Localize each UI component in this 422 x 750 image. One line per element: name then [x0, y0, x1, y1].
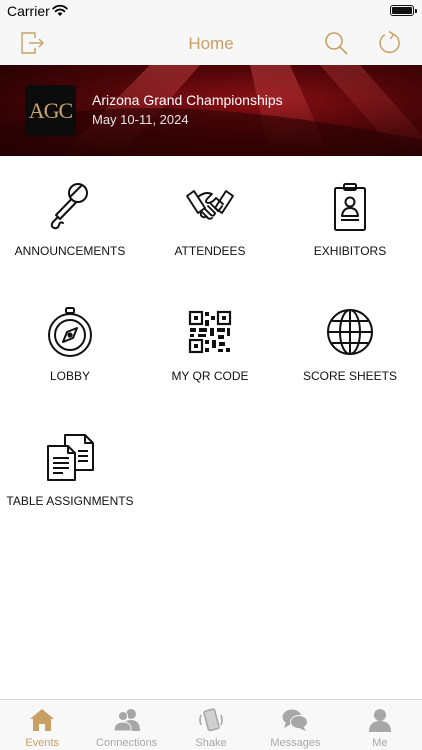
tab-label: Connections — [96, 737, 158, 749]
wifi-icon — [52, 4, 68, 16]
tile-exhibitors[interactable]: EXHIBITORS — [280, 180, 420, 290]
event-banner[interactable]: AGC Arizona Grand Championships May 10-1… — [0, 65, 422, 156]
battery-icon — [390, 5, 417, 16]
tile-label: SCORE SHEETS — [302, 369, 398, 383]
tile-label: LOBBY — [49, 369, 91, 383]
phone-shake-icon — [199, 708, 223, 732]
compass-icon — [48, 307, 92, 357]
tile-label: MY QR CODE — [171, 369, 249, 383]
tab-bar: Events Connections Shake Messages Me — [0, 699, 422, 750]
globe-icon — [327, 309, 373, 355]
tab-label: Events — [25, 737, 60, 749]
house-icon — [30, 709, 55, 731]
tab-messages[interactable]: Messages — [253, 700, 337, 750]
tab-shake[interactable]: Shake — [169, 700, 253, 750]
tab-label: Me — [372, 737, 388, 749]
person-icon — [368, 709, 391, 732]
tile-label: ATTENDEES — [174, 244, 246, 258]
documents-icon — [47, 434, 94, 481]
event-logo: AGC — [25, 85, 76, 136]
tile-lobby[interactable]: LOBBY — [0, 305, 140, 415]
chat-bubbles-icon — [282, 709, 309, 731]
refresh-button[interactable] — [376, 29, 404, 57]
status-bar: Carrier — [0, 0, 422, 22]
tile-label: EXHIBITORS — [313, 244, 387, 258]
page-title: Home — [188, 34, 234, 53]
refresh-icon — [379, 30, 400, 54]
tab-events[interactable]: Events — [0, 700, 84, 750]
id-badge-icon — [334, 183, 366, 231]
tile-attendees[interactable]: ATTENDEES — [140, 180, 280, 290]
search-button[interactable] — [322, 29, 350, 57]
tab-label: Shake — [195, 737, 227, 749]
people-icon — [113, 709, 140, 732]
tile-announcements[interactable]: ANNOUNCEMENTS — [0, 180, 140, 290]
tile-label: TABLE ASSIGNMENTS — [6, 494, 134, 508]
carrier-label: Carrier — [7, 3, 50, 19]
tile-score-sheets[interactable]: SCORE SHEETS — [280, 305, 420, 415]
tile-my-qr-code[interactable]: MY QR CODE — [140, 305, 280, 415]
tab-me[interactable]: Me — [338, 700, 422, 750]
handshake-icon — [186, 190, 234, 220]
microphone-icon — [50, 183, 88, 230]
search-icon — [325, 32, 348, 55]
tab-connections[interactable]: Connections — [84, 700, 168, 750]
nav-bar: Home — [0, 22, 422, 65]
tile-table-assignments[interactable]: TABLE ASSIGNMENTS — [0, 430, 140, 540]
event-title: Arizona Grand Championships — [92, 92, 283, 108]
qr-code-icon — [188, 310, 232, 354]
tile-label: ANNOUNCEMENTS — [14, 244, 126, 258]
event-dates: May 10-11, 2024 — [92, 112, 189, 127]
tab-label: Messages — [270, 737, 321, 749]
